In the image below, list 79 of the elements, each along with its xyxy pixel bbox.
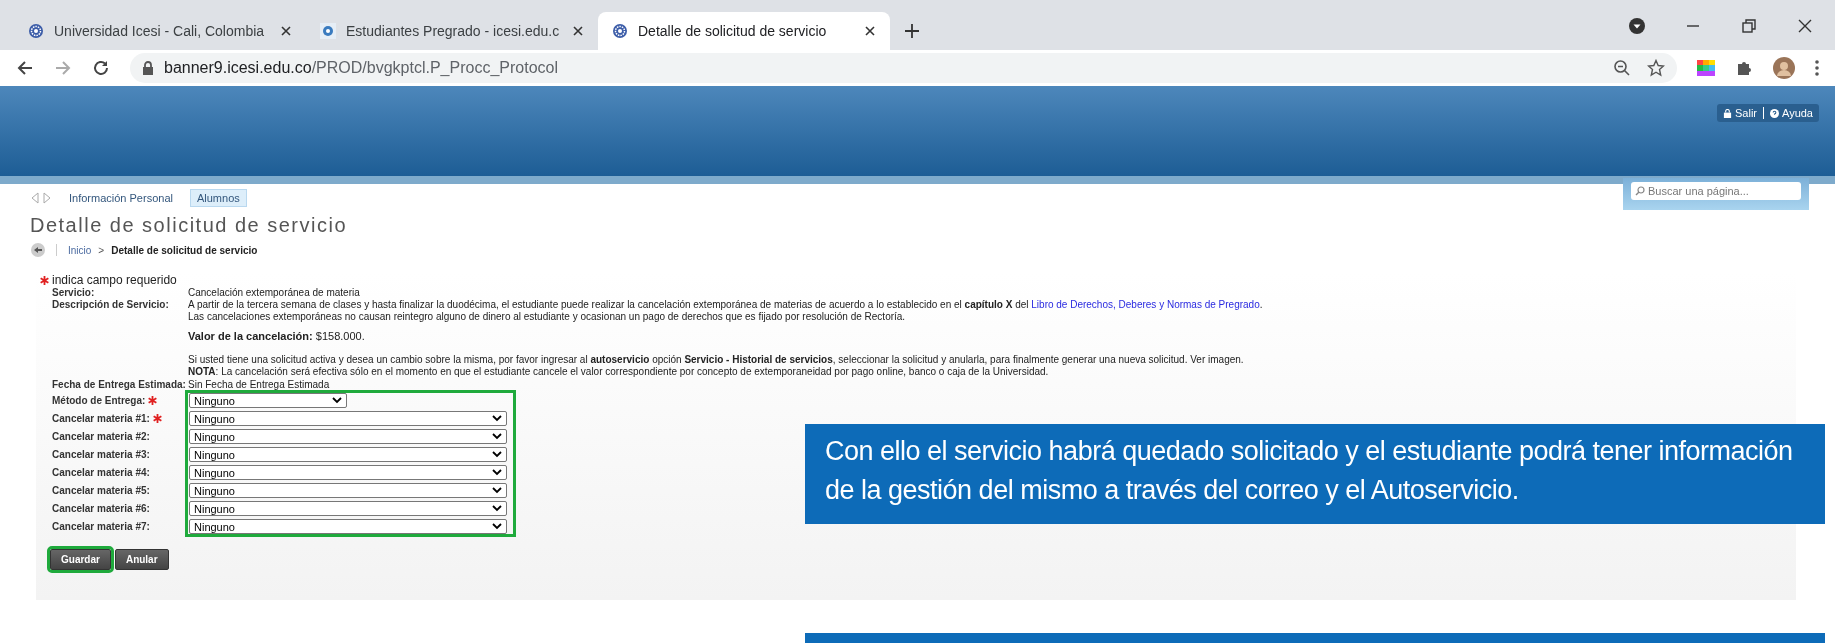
dropdown[interactable]: Ninguno — [189, 501, 507, 516]
cancel-button[interactable]: Anular — [114, 549, 169, 570]
description-text: A partir de la tercera semana de clases y hasta finalizar la duodécima, el estudiante puede realizar la cancelación extemporánea de materias de acuerdo a lo establecido en el capítulo X del Libro de Derechos, Deberes y Normas de Pregrado. — [188, 299, 1264, 310]
address-bar[interactable]: banner9.icesi.edu.co/PROD/bvgkptcl.P_Procc_Protocol — [130, 53, 1677, 83]
field-label: Cancelar materia #4: — [52, 467, 150, 478]
puzzle-icon[interactable] — [1735, 59, 1753, 77]
field-label: Cancelar materia #5: — [52, 485, 150, 496]
menu-icon[interactable] — [1815, 59, 1819, 77]
dropdown[interactable]: Ninguno — [189, 429, 507, 444]
back-icon[interactable] — [31, 243, 45, 257]
chevron-icon — [492, 451, 502, 458]
browser-tab[interactable]: Estudiantes Pregrado - icesi.edu.c — [306, 12, 598, 50]
field-label: Fecha de Entrega Estimada: — [52, 379, 187, 390]
new-tab-icon[interactable] — [904, 23, 920, 39]
dropdown[interactable]: Ninguno — [189, 483, 507, 498]
chevron-icon — [492, 469, 502, 476]
chevron-icon — [492, 487, 502, 494]
field-label: Método de Entrega: — [52, 395, 146, 406]
description-text: NOTA: La cancelación será efectiva sólo en el momento en que el estudiante cancele el valor correspondiente por concepto de extemporaneidad por pago online, banco o caja de la Universidad. — [188, 366, 1050, 377]
close-icon[interactable] — [572, 25, 584, 37]
save-button[interactable]: Guardar — [50, 549, 111, 570]
callout-box: Con ello el servicio habrá quedado solicitado y el estudiante podrá tener información de la gestión del mismo a través del correo y el Autoservicio. — [805, 424, 1825, 524]
nav-tab[interactable]: Información Personal — [62, 189, 180, 207]
lock-icon — [142, 61, 154, 75]
browser-tab[interactable]: Universidad Icesi - Cali, Colombia — [14, 12, 306, 50]
close-icon[interactable] — [864, 25, 876, 37]
breadcrumb-link[interactable]: Inicio — [68, 244, 92, 256]
required-icon — [40, 275, 49, 285]
field-label: Cancelar materia #6: — [52, 503, 150, 514]
avatar-icon[interactable] — [1773, 57, 1795, 79]
dropdown[interactable]: Ninguno — [189, 447, 507, 462]
field-value: Cancelación extemporánea de materia — [188, 287, 361, 298]
field-label: Cancelar materia #3: — [52, 449, 150, 460]
dropdown[interactable]: Ninguno — [189, 465, 507, 480]
required-note: indica campo requerido — [52, 273, 177, 287]
favicon-icon — [320, 23, 336, 39]
chevron-icon — [492, 523, 502, 530]
field-label: Descripción de Servicio: — [52, 299, 170, 310]
back-icon[interactable] — [16, 59, 34, 77]
field-label: Servicio: — [52, 287, 96, 298]
field-label: Cancelar materia #1: — [52, 413, 150, 424]
required-icon — [152, 414, 162, 423]
field-value: Sin Fecha de Entrega Estimada — [188, 379, 331, 390]
chevron-icon — [332, 397, 342, 404]
star-icon[interactable] — [1647, 59, 1665, 77]
close-icon[interactable] — [1797, 18, 1813, 34]
extension-icon[interactable] — [1697, 59, 1715, 77]
reload-icon[interactable] — [92, 59, 110, 77]
zoom-out-icon[interactable] — [1613, 59, 1631, 77]
breadcrumb-separator: > — [98, 244, 105, 256]
price-text: Valor de la cancelación: $158.000. — [188, 330, 366, 342]
dropdown[interactable]: Ninguno — [189, 393, 347, 408]
field-label: Cancelar materia #7: — [52, 521, 150, 532]
chevron-icon — [492, 505, 502, 512]
required-icon — [148, 396, 158, 405]
tab-search-icon[interactable] — [1629, 18, 1645, 34]
lock-icon — [1723, 108, 1732, 118]
logout-link[interactable]: Salir — [1723, 107, 1757, 119]
help-icon — [1770, 108, 1779, 118]
search-field[interactable]: Buscar una página... — [1631, 182, 1801, 200]
browser-tab[interactable]: Detalle de solicitud de servicio — [598, 12, 890, 50]
regulation-link[interactable]: Libro de Derechos, Deberes y Normas de Pregrado — [1031, 299, 1260, 310]
restore-icon[interactable] — [1741, 18, 1757, 34]
field-label: Cancelar materia #2: — [52, 431, 150, 442]
dropdown[interactable]: Ninguno — [189, 519, 507, 534]
page-title: Detalle de solicitud de servicio — [30, 214, 349, 237]
close-icon[interactable] — [280, 25, 292, 37]
search-icon — [1635, 186, 1645, 196]
help-link[interactable]: Ayuda — [1763, 107, 1813, 119]
nav-tab[interactable]: Alumnos — [189, 189, 247, 207]
dropdown[interactable]: Ninguno — [189, 411, 507, 426]
url-text: banner9.icesi.edu.co/PROD/bvgkptcl.P_Procc_Protocol — [164, 59, 558, 77]
breadcrumb-current: Detalle de solicitud de servicio — [111, 244, 258, 256]
favicon-icon — [612, 23, 628, 39]
chevron-icon — [492, 415, 502, 422]
favicon-icon — [28, 23, 44, 39]
description-text: Las cancelaciones extemporáneas no causan reintegro alguno de dinero al estudiante y ocasionan un pago de derechos que es fijado por resolución de Rectoría. — [188, 311, 907, 322]
chevron-icon — [492, 433, 502, 440]
description-text: Si usted tiene una solicitud activa y desea un cambio sobre la misma, por favor ingresar al autoservicio opción Servicio - Historial de servicios, seleccionar la solicitud y anularla, para finalmente generar una nueva solicitud. Ver imagen. — [188, 354, 1245, 365]
